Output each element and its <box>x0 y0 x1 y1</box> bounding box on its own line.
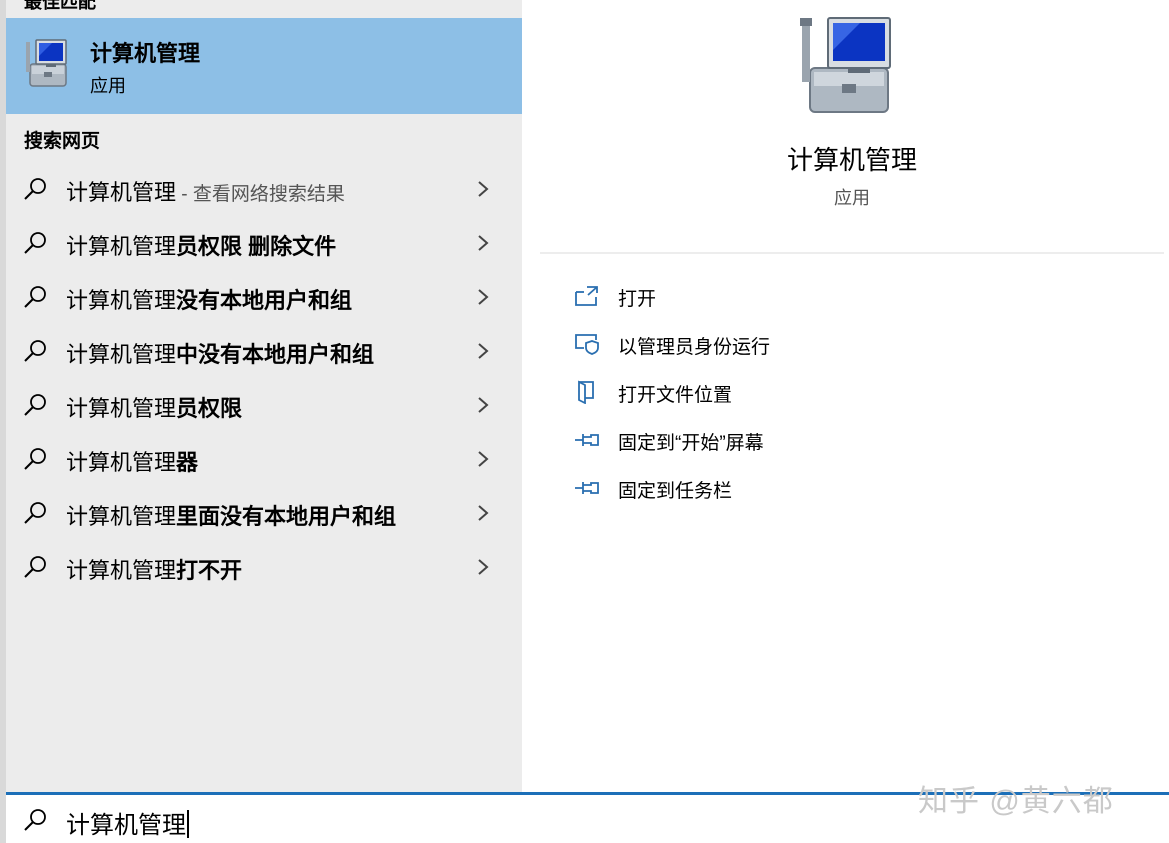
best-match-item[interactable]: 计算机管理 应用 <box>6 18 522 114</box>
search-icon <box>24 340 46 362</box>
chevron-right-icon[interactable] <box>476 234 490 252</box>
detail-panel: 计算机管理 应用 打开 以管理员身份运行 打开文件位置 固定到“开始”屏幕 固定… <box>540 0 1169 792</box>
best-match-section-label: 最佳匹配 <box>24 0 96 12</box>
action-list: 打开 以管理员身份运行 打开文件位置 固定到“开始”屏幕 固定到任务栏 <box>574 280 1074 520</box>
chevron-right-icon[interactable] <box>476 180 490 198</box>
open-action[interactable]: 打开 <box>574 280 1074 328</box>
file-location-action[interactable]: 打开文件位置 <box>574 376 1074 424</box>
pin-to-taskbar-action[interactable]: 固定到任务栏 <box>574 472 1074 520</box>
suggestion-suffix: 员权限 <box>176 396 243 421</box>
search-icon <box>24 232 46 254</box>
action-label: 以管理员身份运行 <box>618 337 771 358</box>
web-result-item[interactable]: 计算机管理没有本地用户和组 <box>6 270 522 324</box>
search-icon <box>24 556 46 578</box>
best-match-subtitle: 应用 <box>90 76 126 96</box>
search-icon <box>24 448 46 470</box>
chevron-right-icon[interactable] <box>476 450 490 468</box>
pin-icon <box>575 482 599 494</box>
web-result-text: 计算机管理打不开 <box>66 553 242 585</box>
suggestion-suffix: 中没有本地用户和组 <box>176 342 375 367</box>
web-result-text: 计算机管理没有本地用户和组 <box>66 283 352 315</box>
pin-to-start-action[interactable]: 固定到“开始”屏幕 <box>574 424 1074 472</box>
suggestion-suffix: 员权限 删除文件 <box>176 234 337 259</box>
run-as-admin-action[interactable]: 以管理员身份运行 <box>574 328 1074 376</box>
web-result-item[interactable]: 计算机管理 - 查看网络搜索结果 <box>6 162 522 216</box>
query-prefix: 计算机管理 <box>66 558 177 583</box>
search-icon <box>24 286 46 308</box>
web-result-item[interactable]: 计算机管理员权限 删除文件 <box>6 216 522 270</box>
web-result-text: 计算机管理里面没有本地用户和组 <box>66 499 396 531</box>
file-location-icon <box>578 380 594 404</box>
suggestion-suffix: 里面没有本地用户和组 <box>176 504 397 529</box>
web-result-text: 计算机管理员权限 <box>66 391 242 423</box>
search-icon <box>24 809 46 831</box>
detail-app-subtitle: 应用 <box>834 188 870 208</box>
web-result-item[interactable]: 计算机管理员权限 <box>6 378 522 432</box>
search-input-value: 计算机管理 <box>66 812 186 839</box>
query-prefix: 计算机管理 <box>66 180 177 205</box>
web-result-item[interactable]: 计算机管理里面没有本地用户和组 <box>6 486 522 540</box>
web-result-text: 计算机管理员权限 删除文件 <box>66 229 336 261</box>
open-icon <box>575 286 598 306</box>
action-label: 打开文件位置 <box>618 385 733 406</box>
search-icon <box>24 394 46 416</box>
query-prefix: 计算机管理 <box>66 342 177 367</box>
web-section-label: 搜索网页 <box>24 131 101 152</box>
pin-icon <box>575 434 599 446</box>
search-icon <box>24 502 46 524</box>
text-caret <box>187 810 189 838</box>
web-result-item[interactable]: 计算机管理打不开 <box>6 540 522 594</box>
suggestion-suffix: 没有本地用户和组 <box>176 288 353 313</box>
watermark: 知乎 @黄六都 <box>918 785 1114 818</box>
computer-management-icon <box>800 17 891 113</box>
web-result-text: 计算机管理器 <box>66 445 198 477</box>
divider <box>540 252 1164 254</box>
action-label: 打开 <box>618 289 657 310</box>
chevron-right-icon[interactable] <box>476 342 490 360</box>
computer-management-icon <box>26 39 67 87</box>
query-prefix: 计算机管理 <box>66 234 177 259</box>
chevron-right-icon[interactable] <box>476 396 490 414</box>
chevron-right-icon[interactable] <box>476 288 490 306</box>
web-result-item[interactable]: 计算机管理器 <box>6 432 522 486</box>
chevron-right-icon[interactable] <box>476 504 490 522</box>
chevron-right-icon[interactable] <box>476 558 490 576</box>
query-prefix: 计算机管理 <box>66 504 177 529</box>
web-result-item[interactable]: 计算机管理中没有本地用户和组 <box>6 324 522 378</box>
web-result-list: 计算机管理 - 查看网络搜索结果 计算机管理员权限 删除文件 计算机管理没有本地用户… <box>6 162 522 594</box>
query-prefix: 计算机管理 <box>66 288 177 313</box>
run-as-admin-icon <box>575 334 599 355</box>
web-result-text: 计算机管理 - 查看网络搜索结果 <box>66 175 345 207</box>
search-input[interactable]: 计算机管理 <box>66 805 189 840</box>
web-result-hint: - 查看网络搜索结果 <box>176 184 345 205</box>
action-label: 固定到“开始”屏幕 <box>618 433 764 454</box>
search-icon <box>24 178 46 200</box>
web-result-text: 计算机管理中没有本地用户和组 <box>66 337 374 369</box>
query-prefix: 计算机管理 <box>66 450 177 475</box>
query-prefix: 计算机管理 <box>66 396 177 421</box>
suggestion-suffix: 打不开 <box>176 558 243 583</box>
suggestion-suffix: 器 <box>176 450 199 475</box>
detail-app-title: 计算机管理 <box>786 145 917 175</box>
action-label: 固定到任务栏 <box>618 481 733 502</box>
results-panel: 最佳匹配 计算机管理 应用 搜索网页 计算机管理 - 查看网络搜索结果 计算机管理… <box>6 0 522 792</box>
best-match-title: 计算机管理 <box>90 41 201 66</box>
